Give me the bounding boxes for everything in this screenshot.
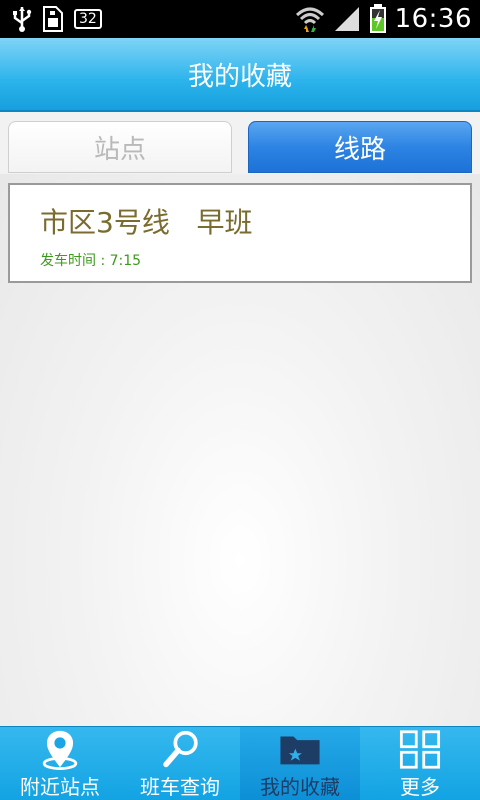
page-title: 我的收藏 <box>187 61 292 92</box>
favorite-route-item[interactable]: 市区3号线 早班 发车时间 : 7:15 <box>8 183 472 283</box>
status-bar-right: 16:36 <box>295 3 472 35</box>
bottom-nav: 附近站点 班车查询 我的收藏 更多 <box>0 726 480 800</box>
sim-card-icon <box>43 6 63 32</box>
status-bar: 32 16:36 <box>0 0 480 38</box>
star-folder-icon <box>280 736 320 765</box>
battery-charging-icon <box>369 4 386 33</box>
tab-stations[interactable]: 站点 <box>8 121 232 173</box>
status-bar-left: 32 <box>12 5 102 33</box>
nav-label: 附近站点 <box>20 775 100 799</box>
signal-icon <box>334 7 359 31</box>
status-time: 16:36 <box>394 4 472 34</box>
route-title: 市区3号线 早班 <box>40 206 253 239</box>
nav-nearby-stations[interactable]: 附近站点 <box>0 727 120 800</box>
tab-bar: 站点 线路 <box>8 121 472 173</box>
nav-label: 我的收藏 <box>260 775 340 799</box>
usb-icon <box>13 7 32 32</box>
nav-bus-search[interactable]: 班车查询 <box>120 727 240 800</box>
nav-more[interactable]: 更多 <box>360 727 480 800</box>
departure-time: 发车时间 : 7:15 <box>40 253 142 269</box>
location-pin-icon <box>42 730 78 770</box>
search-icon <box>163 730 198 768</box>
tab-routes[interactable]: 线路 <box>248 121 472 173</box>
nav-my-favorites[interactable]: 我的收藏 <box>240 727 360 800</box>
nav-label: 更多 <box>400 775 440 799</box>
wifi-icon <box>295 7 324 32</box>
nav-label: 班车查询 <box>140 775 220 799</box>
favorites-list: 市区3号线 早班 发车时间 : 7:15 <box>0 174 480 726</box>
grid-icon <box>399 730 441 769</box>
notification-badge: 32 <box>74 9 102 29</box>
title-bar: 我的收藏 <box>0 38 480 112</box>
